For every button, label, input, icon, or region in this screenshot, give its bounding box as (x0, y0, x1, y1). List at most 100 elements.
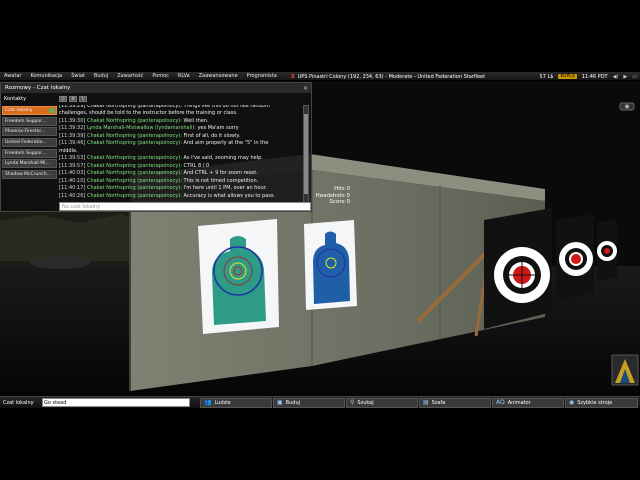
chat-title-bar[interactable]: Rozmowy - Czat lokalny × (1, 83, 311, 93)
menu-world[interactable]: Świat (71, 73, 85, 79)
chat-line: [11:40:03] Chakat Northspring (panterapo… (59, 170, 303, 178)
chat-scrollbar[interactable] (303, 105, 309, 205)
score-hud: Hits 0 Headshots 0 Score 0 (310, 186, 350, 206)
conversation-label: United Federatio... (5, 140, 47, 146)
menu-rlva[interactable]: RLVa (178, 73, 190, 79)
chat-message: yes Ma'am sorry (197, 125, 239, 131)
menu-help[interactable]: Pomoc (152, 73, 169, 79)
chat-sender[interactable]: Chakat Northspring (panterapolnocy): (87, 178, 182, 184)
close-icon[interactable]: × (303, 85, 308, 92)
menu-avatar[interactable]: Awatar (4, 73, 21, 79)
conversation-list: Czat lokalny Freedom Suppor... Phoenix-F… (2, 106, 57, 181)
build-button[interactable]: ▣ Buduj (273, 398, 345, 408)
build-icon: ▣ (277, 399, 283, 406)
menu-communication[interactable]: Komunikacja (30, 73, 62, 79)
chat-sender[interactable]: Chakat Northspring (panterapolnocy): (87, 193, 182, 199)
button-label: Szybkie stroje (577, 400, 613, 406)
local-chat-label[interactable]: Czat lokalny (3, 398, 34, 408)
clock: 11:46 PDT (581, 73, 608, 80)
menu-build[interactable]: Buduj (94, 73, 108, 79)
animator-button[interactable]: AO Animator (492, 398, 564, 408)
script-icon: S (291, 73, 295, 80)
chat-sender[interactable]: Chakat Northspring (panterapolnocy): (87, 185, 182, 191)
button-label: Animator (507, 400, 531, 406)
active-indicator-icon (49, 108, 55, 113)
local-chat-input[interactable]: Na czat lokalny (59, 202, 311, 211)
chat-timestamp: [11:40:17] (59, 185, 86, 191)
chat-sender[interactable]: Chakat Northspring (panterapolnocy): (87, 155, 182, 161)
chat-bar-input[interactable]: Go stead (42, 398, 190, 407)
chat-line: [11:39:53] Chakat Northspring (panterapo… (59, 155, 303, 163)
chat-message: And CTRL + 9 for zoom reset. (183, 170, 258, 176)
menu-developer[interactable]: Programista (247, 73, 277, 79)
conversation-label: Freedom Suppor... (5, 118, 46, 124)
chat-sender[interactable]: Lynda Marshall-Mistwallow (lyndamarshall… (87, 125, 196, 131)
chat-message: middle. (59, 147, 78, 154)
chat-timestamp: [11:39:32] (59, 125, 86, 131)
conversation-tab[interactable]: Shadow McCrunch... (2, 170, 57, 180)
user-profile-icon[interactable]: ☺ (59, 96, 67, 102)
location-text: UPS Pinastri Colony (192, 234, 63) - Mod… (297, 73, 486, 80)
buy-currency-button[interactable]: KUPL$ (558, 74, 577, 79)
search-button[interactable]: ⚲ Szukaj (346, 398, 418, 408)
camera-view-icon[interactable] (619, 102, 635, 111)
people-icon: 👥 (204, 399, 212, 406)
quick-outfits-button[interactable]: ◉ Szybkie stroje (565, 398, 638, 408)
chat-line: [11:39:32] Lynda Marshall-Mistwallow (ly… (59, 125, 303, 133)
wardrobe-button[interactable]: ▤ Szafa (419, 398, 491, 408)
conversation-label: Freedom Suppor... (5, 150, 46, 156)
chat-log[interactable]: [11:39:29] Chakat Northspring (panterapo… (59, 105, 303, 202)
conversation-label: Lynda Marshall-Mi... (5, 161, 50, 167)
balance: 57 L$ (539, 73, 554, 80)
avatar-thumbnail-icon[interactable] (611, 354, 639, 386)
button-label: Szukaj (357, 400, 374, 406)
chat-timestamp: [11:40:10] (59, 177, 86, 184)
contacts-label[interactable]: Kontakty (4, 96, 26, 102)
top-menu-bar: Awatar Komunikacja Świat Buduj Zawartość… (0, 72, 640, 81)
window-icon[interactable]: ▭ (632, 74, 637, 80)
conversation-tab-local-chat[interactable]: Czat lokalny (2, 106, 57, 115)
search-icon: ⚲ (350, 399, 355, 406)
chat-sender[interactable]: Chakat Northspring (panterapolnocy): (87, 118, 182, 124)
conversation-tab[interactable]: Freedom Suppor... (2, 148, 57, 158)
media-icon[interactable]: ▶ (623, 74, 627, 80)
silhouette-target-blue (304, 220, 357, 310)
chat-message: First of all, do it slowly. (183, 132, 241, 139)
chat-timestamp: [11:39:39] (59, 132, 86, 139)
chat-line: [11:39:39] Chakat Northspring (panterapo… (59, 133, 303, 141)
conversation-tab[interactable]: United Federatio... (2, 138, 57, 148)
chat-line: [11:39:57] Chakat Northspring (panterapo… (59, 163, 303, 171)
conversation-tab[interactable]: Lynda Marshall-Mi... (2, 159, 57, 169)
location-bar[interactable]: S UPS Pinastri Colony (192, 234, 63) - M… (291, 72, 485, 81)
chat-title: Rozmowy - Czat lokalny (5, 85, 71, 91)
chat-line: [11:39:30] Chakat Northspring (panterapo… (59, 118, 303, 126)
menu-content[interactable]: Zawartość (117, 73, 143, 79)
chat-timestamp: [11:39:30] (59, 117, 86, 124)
volume-icon[interactable]: ◀) (613, 74, 619, 80)
chat-sender[interactable]: Chakat Northspring (panterapolnocy): (87, 170, 182, 176)
conversation-tab[interactable]: Freedom Suppor... (2, 116, 57, 126)
button-label: Buduj (285, 400, 301, 406)
chat-line: [11:40:10] Chakat Northspring (panterapo… (59, 178, 303, 186)
chat-sender[interactable]: Chakat Northspring (panterapolnocy): (87, 140, 182, 146)
chat-sender[interactable]: Chakat Northspring (panterapolnocy): (87, 163, 182, 169)
chat-timestamp: [11:40:03] (59, 170, 86, 176)
people-button[interactable]: 👥 Ludzie (200, 398, 272, 408)
conversation-label: Phoenix-Firestor... (5, 129, 46, 135)
chat-message: challenges, should be told to the instru… (59, 110, 238, 116)
menu-advanced[interactable]: Zaawansowane (199, 73, 238, 79)
chat-message: I'm here until 1 PM, over an hour. (183, 185, 267, 191)
chat-timestamp: [11:39:46] (59, 140, 86, 146)
chat-message: As I've said, zooming may help. (183, 155, 263, 161)
chat-message: Well then. (183, 117, 209, 124)
chat-line: middle. (59, 148, 303, 156)
chat-sender[interactable]: Chakat Northspring (panterapolnocy): (87, 133, 182, 139)
button-label: Ludzie (214, 400, 231, 406)
conversation-tab[interactable]: Phoenix-Firestor... (2, 127, 57, 137)
chat-timestamp: [11:39:57] (59, 162, 86, 169)
history-icon[interactable]: ↻ (79, 96, 87, 102)
chat-message: Accuracy is what allows you to pass. (183, 192, 276, 199)
settings-icon[interactable]: ⚙ (69, 96, 77, 102)
chat-message: And aim properly at the "5" in the (183, 140, 269, 146)
scroll-thumb[interactable] (304, 114, 308, 194)
